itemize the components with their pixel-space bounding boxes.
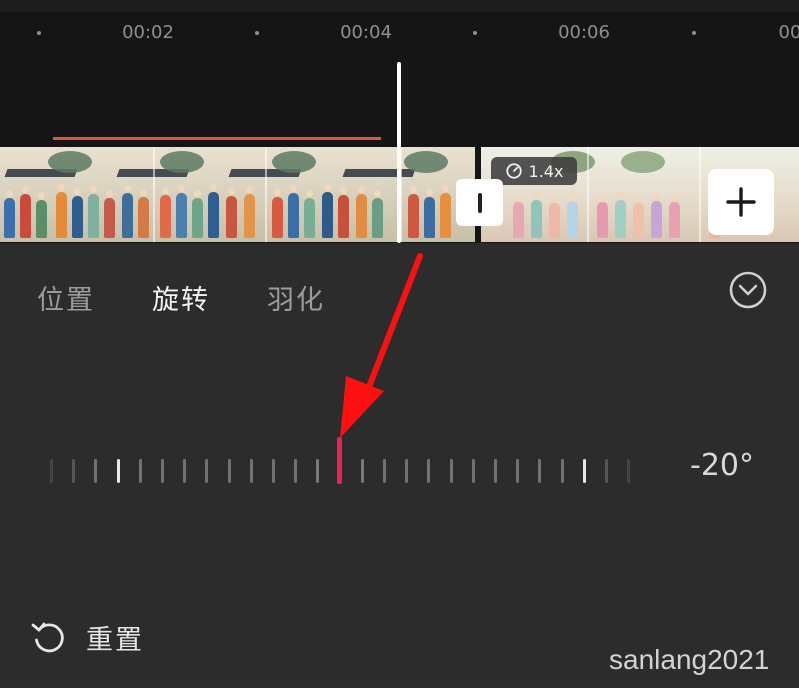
ruler-label: 00:02	[122, 22, 174, 43]
video-clip-1[interactable]	[0, 147, 475, 242]
dial-tick	[560, 459, 564, 483]
adjust-tabs: 位置 旋转 羽化	[0, 278, 799, 318]
dial-tick	[72, 459, 76, 483]
dial-tick	[205, 459, 209, 483]
tab-rotation[interactable]: 旋转	[152, 278, 210, 317]
dial-tick	[227, 459, 231, 483]
dial-major-tick	[116, 459, 120, 483]
ruler-label: 00	[778, 22, 799, 43]
add-clip-button[interactable]	[708, 169, 774, 235]
clip-trim-handle[interactable]	[456, 179, 503, 226]
rotation-indicator[interactable]	[337, 437, 342, 484]
dial-tick	[294, 459, 298, 483]
watermark: sanlang2021	[609, 644, 770, 675]
reset-icon	[31, 622, 64, 653]
dial-tick	[383, 459, 386, 483]
dial-tick	[50, 459, 53, 483]
reset-label: 重置	[86, 624, 144, 656]
ruler-dot	[255, 31, 259, 35]
dial-tick	[471, 459, 475, 483]
dial-major-tick	[582, 459, 586, 483]
reset-button[interactable]: 重置	[30, 617, 144, 657]
ruler-dot	[37, 31, 41, 35]
dial-tick	[538, 459, 542, 483]
dial-tick	[427, 459, 431, 483]
ruler-label: 00:06	[558, 22, 610, 43]
dial-tick	[249, 459, 253, 483]
dial-tick	[494, 459, 497, 483]
playhead[interactable]	[397, 62, 401, 243]
rotation-angle-value: -20°	[690, 448, 754, 483]
ruler-dot	[692, 31, 696, 35]
ruler-label: 00:04	[340, 22, 392, 43]
dial-tick	[605, 459, 608, 483]
tab-position[interactable]: 位置	[37, 278, 95, 317]
dial-tick	[94, 459, 98, 483]
speed-value: 1.4x	[528, 161, 564, 181]
dial-tick	[449, 459, 453, 483]
tab-feather[interactable]: 羽化	[267, 278, 325, 317]
trim-grip-icon	[477, 192, 482, 213]
chevron-down-circle-icon[interactable]	[728, 270, 768, 310]
audio-track-line[interactable]	[53, 137, 381, 140]
dial-tick	[272, 459, 275, 483]
dial-tick	[360, 459, 364, 483]
dial-tick	[161, 459, 164, 483]
ruler-dot	[473, 31, 477, 35]
dial-tick	[627, 459, 631, 483]
timeline[interactable]: 00:02 00:04 00:06 00 1.4x	[0, 0, 799, 243]
timeline-top-strip	[0, 0, 799, 12]
dial-tick	[405, 459, 409, 483]
speed-badge: 1.4x	[491, 157, 577, 185]
plus-icon	[726, 187, 756, 217]
dial-tick	[316, 459, 320, 483]
dial-tick	[516, 459, 520, 483]
speed-gauge-icon	[505, 163, 522, 179]
dial-tick	[183, 459, 187, 483]
dial-tick	[138, 459, 142, 483]
